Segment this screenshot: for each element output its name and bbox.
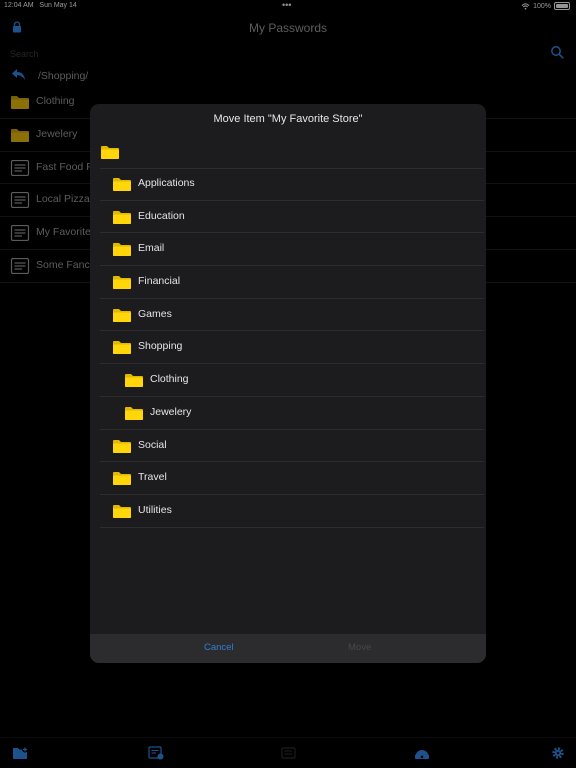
folder-icon [125,374,143,388]
folder-label: Travel [138,471,167,484]
folder-row[interactable]: Email [100,233,484,267]
folder-icon [113,243,131,257]
folder-row[interactable]: Clothing [100,364,484,397]
folder-row[interactable]: Utilities [100,495,484,528]
folder-row[interactable]: Financial [100,266,484,299]
folder-label: Jewelery [150,405,192,418]
folder-label: Email [138,242,165,255]
folder-label: Utilities [138,503,172,516]
folder-icon [113,439,131,453]
folder-row[interactable]: Social [100,430,484,463]
folder-icon [101,146,119,159]
move-button[interactable]: Move [348,642,371,653]
folder-icon [113,341,131,355]
folder-label: Shopping [138,340,183,353]
folder-row[interactable]: Education [100,201,484,234]
cancel-button[interactable]: Cancel [204,642,234,653]
dialog-title: Move Item "My Favorite Store" [213,113,363,125]
folder-row[interactable]: Shopping [100,331,484,365]
folder-label: Applications [138,177,195,189]
folder-row[interactable]: Applications [100,168,484,201]
move-item-dialog: Move Item "My Favorite Store" Applicatio… [90,104,486,663]
folder-label: Social [138,438,167,451]
folder-icon [113,178,131,191]
folder-label: Clothing [150,373,189,386]
folder-label: Financial [138,275,181,288]
folder-icon [113,210,131,224]
folder-icon [113,276,131,290]
folder-row[interactable]: Games [100,299,484,332]
folder-tree: Applications Education Email Financial G… [100,168,484,528]
folder-icon [125,406,143,420]
root-folder-row[interactable] [100,142,484,169]
folder-label: Games [138,307,172,320]
folder-label: Education [138,209,185,222]
folder-icon [113,504,131,518]
dialog-footer: Cancel Move [90,634,486,663]
folder-icon [113,472,131,486]
folder-icon [113,308,131,322]
folder-row[interactable]: Travel [100,462,484,495]
folder-row[interactable]: Jewelery [100,397,484,430]
